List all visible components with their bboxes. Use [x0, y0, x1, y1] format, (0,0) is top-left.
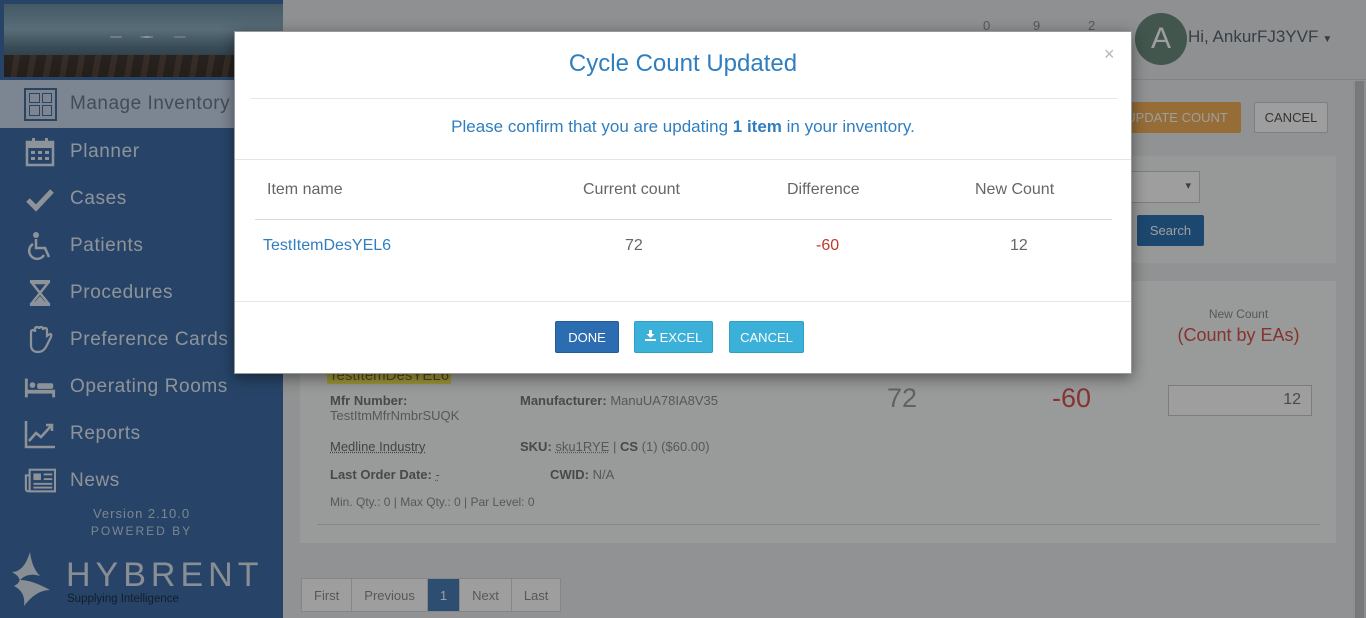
- column-header-difference: Difference: [787, 181, 860, 198]
- confirm-text-pre: Please confirm that you are updating: [451, 117, 729, 136]
- column-header-new-count: New Count: [975, 181, 1055, 198]
- row-new-count: 12: [1010, 237, 1028, 254]
- column-header-current-count: Current count: [583, 181, 680, 198]
- column-header-item-name: Item name: [267, 181, 343, 198]
- divider: [251, 98, 1117, 99]
- download-icon: [644, 330, 656, 344]
- cycle-count-modal: Cycle Count Updated × Please confirm tha…: [234, 31, 1132, 374]
- confirm-text-post: in your inventory.: [786, 117, 915, 136]
- close-icon[interactable]: ×: [1104, 44, 1115, 65]
- table-header-divider: [255, 219, 1112, 220]
- excel-button[interactable]: EXCEL: [634, 321, 713, 353]
- row-item-name-link[interactable]: TestItemDesYEL6: [263, 237, 391, 255]
- done-button[interactable]: DONE: [555, 321, 619, 353]
- confirm-item-count: 1 item: [732, 117, 782, 136]
- confirm-message: Please confirm that you are updating 1 i…: [235, 117, 1131, 137]
- row-current-count: 72: [625, 237, 643, 254]
- excel-button-label: EXCEL: [659, 329, 703, 345]
- divider: [235, 159, 1131, 160]
- divider: [235, 301, 1131, 302]
- row-difference: -60: [816, 237, 840, 254]
- modal-title: Cycle Count Updated: [568, 50, 798, 77]
- modal-cancel-button[interactable]: CANCEL: [729, 321, 804, 353]
